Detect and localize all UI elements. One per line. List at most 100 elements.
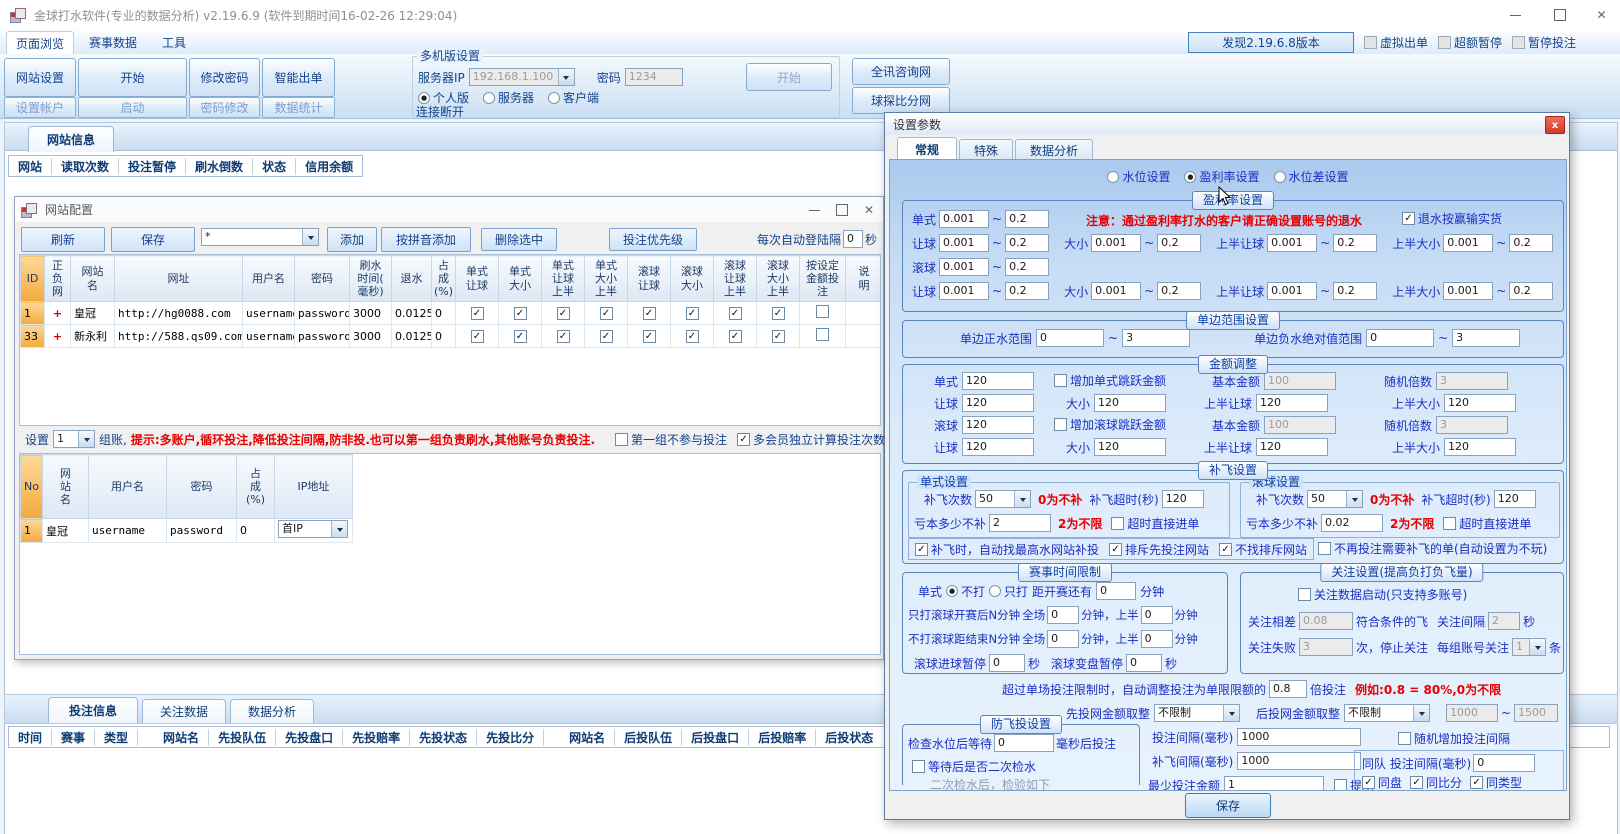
- profit-rate-mode-radio[interactable]: ●盈利率设置: [1184, 168, 1259, 185]
- tab-general[interactable]: 常规: [897, 137, 957, 160]
- play-option-checkbox[interactable]: ✓: [772, 330, 785, 343]
- second-net-round-combo[interactable]: 不限制: [1344, 704, 1430, 722]
- settings-close-icon[interactable]: x: [1545, 116, 1565, 134]
- profit-input[interactable]: 0.001: [939, 258, 989, 276]
- timeout-direct-order-checkbox[interactable]: 超时直接进单: [1443, 515, 1531, 532]
- data-stats-button[interactable]: 数据统计: [262, 97, 335, 118]
- only-play-radio[interactable]: 只打: [989, 583, 1028, 600]
- profit-input[interactable]: 0.2: [1509, 282, 1553, 300]
- tab-tools[interactable]: 工具: [152, 31, 196, 54]
- range-input[interactable]: 3: [1452, 329, 1520, 347]
- virtual-order-checkbox[interactable]: 虚拟出单: [1364, 34, 1428, 51]
- amount-input[interactable]: 120: [1444, 438, 1516, 456]
- add-by-pinyin-button[interactable]: 按拼音添加: [381, 227, 471, 252]
- dropdown-arrow-icon[interactable]: [1529, 639, 1545, 655]
- amount-input[interactable]: 120: [1256, 438, 1328, 456]
- refly-times-combo[interactable]: 50: [975, 490, 1031, 508]
- play-option-checkbox[interactable]: ✓: [686, 330, 699, 343]
- server-edition-radio[interactable]: 服务器: [483, 89, 534, 106]
- rebate-by-result-checkbox[interactable]: ✓退水按赢输实货: [1402, 210, 1502, 227]
- play-option-checkbox[interactable]: ✓: [471, 330, 484, 343]
- profit-input[interactable]: 0.001: [1443, 282, 1493, 300]
- play-option-checkbox[interactable]: ✓: [600, 330, 613, 343]
- dropdown-arrow-icon[interactable]: [78, 431, 94, 447]
- profit-input[interactable]: 0.2: [1005, 234, 1049, 252]
- over-limit-pause-checkbox[interactable]: 超额暂停: [1438, 34, 1502, 51]
- dropdown-arrow-icon[interactable]: [1223, 705, 1239, 721]
- save-button[interactable]: 保存: [111, 227, 195, 252]
- refly-timeout-input[interactable]: 120: [1162, 490, 1204, 508]
- profit-input[interactable]: 0.2: [1157, 234, 1201, 252]
- tab-data-analysis[interactable]: 数据分析: [230, 699, 314, 723]
- timeout-direct-order-checkbox[interactable]: 超时直接进单: [1111, 515, 1199, 532]
- same-score-checkbox[interactable]: ✓同比分: [1410, 774, 1462, 791]
- play-option-checkbox[interactable]: ✓: [643, 307, 656, 320]
- play-option-checkbox[interactable]: ✓: [729, 307, 742, 320]
- dialog-close-icon[interactable]: ✕: [857, 195, 881, 225]
- single-jump-amount-checkbox[interactable]: 增加单式跳跃金额: [1054, 372, 1166, 389]
- base-amount-input[interactable]: 100: [1264, 416, 1336, 434]
- base-amount-input[interactable]: 100: [1264, 372, 1336, 390]
- start-button[interactable]: 开始: [78, 58, 187, 97]
- range-input[interactable]: 0: [1366, 329, 1434, 347]
- amount-input[interactable]: 120: [962, 416, 1034, 434]
- tab-page-browse[interactable]: 页面浏览: [6, 31, 74, 56]
- watch-fail-input[interactable]: 3: [1299, 638, 1353, 656]
- play-option-checkbox[interactable]: ✓: [557, 330, 570, 343]
- profit-input[interactable]: 0.2: [1005, 282, 1049, 300]
- password-modify-button[interactable]: 密码修改: [189, 97, 260, 118]
- profit-input[interactable]: 0.2: [1157, 282, 1201, 300]
- loss-limit-input[interactable]: 0.02: [1321, 514, 1383, 532]
- no-excluded-site-checkbox[interactable]: ✓不找排斥网站: [1219, 541, 1307, 558]
- smart-order-button[interactable]: 智能出单: [262, 58, 335, 97]
- per-group-watch-combo[interactable]: 1: [1512, 638, 1546, 656]
- minutes-input[interactable]: 0: [1047, 606, 1079, 624]
- water-diff-mode-radio[interactable]: 水位差设置: [1274, 168, 1349, 185]
- seconds-input[interactable]: 0: [989, 654, 1025, 672]
- profit-input[interactable]: 0.001: [1267, 282, 1317, 300]
- minutes-input[interactable]: 0: [1141, 606, 1173, 624]
- rolling-jump-amount-checkbox[interactable]: 增加滚球跳跃金额: [1054, 416, 1166, 433]
- play-option-checkbox[interactable]: ✓: [514, 330, 527, 343]
- first-group-no-bet-checkbox[interactable]: 第一组不参与投注: [615, 431, 727, 448]
- close-icon[interactable]: ✕: [1583, 0, 1620, 30]
- profit-input[interactable]: 0.2: [1005, 258, 1049, 276]
- add-button[interactable]: 添加: [327, 227, 377, 252]
- wait-ms-input[interactable]: 0: [994, 734, 1054, 752]
- watch-data-start-checkbox[interactable]: 关注数据启动(只支持多账号): [1298, 586, 1467, 603]
- refresh-button[interactable]: 刷新: [21, 227, 105, 252]
- tab-match-data[interactable]: 赛事数据: [80, 31, 146, 54]
- change-password-button[interactable]: 修改密码: [189, 58, 260, 97]
- range-input[interactable]: 3: [1122, 329, 1190, 347]
- no-play-radio[interactable]: ●不打: [946, 583, 985, 600]
- random-multiplier-input[interactable]: 3: [1436, 416, 1508, 434]
- dropdown-arrow-icon[interactable]: [1346, 491, 1362, 507]
- dropdown-arrow-icon[interactable]: [1413, 705, 1429, 721]
- amount-input[interactable]: 120: [962, 438, 1034, 456]
- no-rebet-refly-checkbox[interactable]: 不再投注需要补飞的单(自动设置为不玩): [1318, 540, 1547, 557]
- random-add-interval-checkbox[interactable]: 随机增加投注间隔: [1398, 730, 1510, 747]
- table-row[interactable]: 33+新永利http://588.qs09.com/usernamepasswo…: [21, 325, 882, 348]
- server-ip-combo[interactable]: 192.168.1.100: [469, 68, 575, 86]
- auto-login-input[interactable]: 0: [843, 230, 863, 248]
- play-option-checkbox[interactable]: ✓: [729, 330, 742, 343]
- tab-special[interactable]: 特殊: [959, 139, 1013, 160]
- refly-times-combo[interactable]: 50: [1307, 490, 1363, 508]
- ip-mode-combo[interactable]: 首IP: [278, 520, 348, 538]
- tab-analysis[interactable]: 数据分析: [1015, 139, 1093, 160]
- minutes-input[interactable]: 0: [1047, 630, 1079, 648]
- delete-selected-button[interactable]: 删除选中: [481, 228, 557, 251]
- client-edition-radio[interactable]: 客户端: [548, 89, 599, 106]
- quanxun-site-button[interactable]: 全讯咨询网: [852, 58, 950, 85]
- profit-input[interactable]: 0.2: [1509, 234, 1553, 252]
- dropdown-arrow-icon[interactable]: [331, 521, 347, 537]
- profit-input[interactable]: 0.001: [939, 282, 989, 300]
- random-interval-max-input[interactable]: 1500: [1514, 704, 1558, 722]
- same-type-checkbox[interactable]: ✓同类型: [1470, 774, 1522, 791]
- first-net-round-combo[interactable]: 不限制: [1154, 704, 1240, 722]
- table-row[interactable]: 1+皇冠http://hg0088.comusernamepassword300…: [21, 302, 882, 325]
- dialog-minimize-icon[interactable]: [801, 195, 827, 225]
- play-option-checkbox[interactable]: ✓: [557, 307, 570, 320]
- range-input[interactable]: 0: [1036, 329, 1104, 347]
- bet-interval-input[interactable]: 1000: [1237, 728, 1361, 746]
